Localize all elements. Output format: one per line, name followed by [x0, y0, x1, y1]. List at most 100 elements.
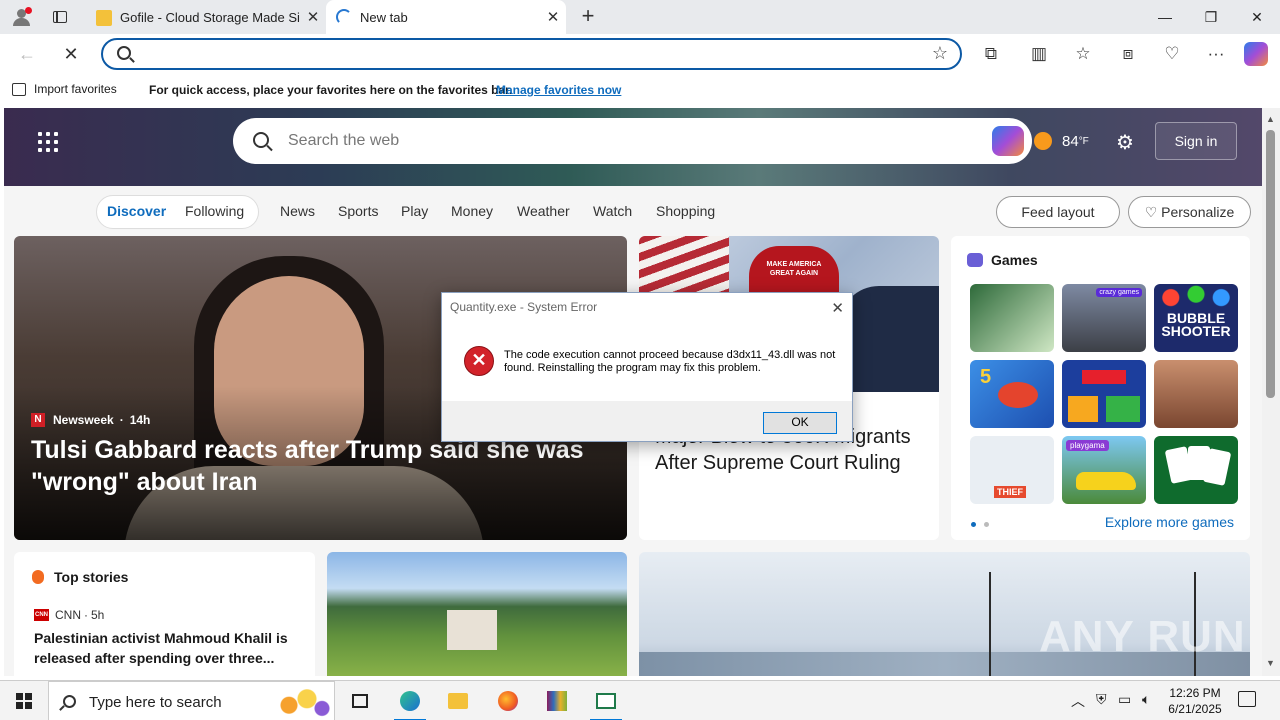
car-shape [1076, 472, 1136, 490]
game-tile-solitaire[interactable] [1154, 436, 1238, 504]
dialog-message: The code execution cannot proceed becaus… [504, 349, 836, 374]
story-source: CNN CNN · 5h [34, 608, 104, 622]
taskbar-firefox[interactable] [484, 681, 532, 720]
sign-in-button[interactable]: Sign in [1155, 122, 1237, 160]
close-tab-icon[interactable]: ✕ [540, 8, 566, 26]
collections-icon[interactable]: ⧈ [1115, 41, 1141, 67]
tab-watch[interactable]: Watch [593, 203, 632, 219]
hat-text: MAKE AMERICA GREAT AGAIN [766, 261, 822, 277]
weather-temp: 84 [1062, 132, 1079, 150]
taskbar-file-explorer[interactable] [434, 681, 482, 720]
games-title: Games [991, 252, 1038, 268]
settings-more-icon[interactable]: ··· [1203, 41, 1229, 67]
sun-icon [1034, 132, 1052, 150]
landscape-story-card[interactable] [327, 552, 627, 676]
dialog-body: ✕ The code execution cannot proceed beca… [442, 321, 852, 401]
taskbar-winrar[interactable] [533, 681, 581, 720]
tab-sports[interactable]: Sports [338, 203, 378, 219]
system-clock[interactable]: 12:26 PM 6/21/2025 [1165, 685, 1225, 717]
game-tile-racing[interactable]: crazy games [1062, 284, 1146, 352]
manage-favorites-link[interactable]: Manage favorites now [496, 83, 621, 97]
power-lines-story-card[interactable]: ANY RUN [639, 552, 1250, 676]
game-tile-mahjong[interactable] [970, 284, 1054, 352]
feed-layout-button[interactable]: Feed layout [996, 196, 1120, 228]
favorites-icon[interactable]: ☆ [1070, 41, 1096, 67]
show-hidden-icons-icon[interactable]: ︿ [1071, 691, 1085, 711]
tab-discover[interactable]: Discover [107, 203, 166, 219]
app-launcher-icon[interactable] [38, 132, 58, 152]
game-tile-thief[interactable]: THIEF [970, 436, 1054, 504]
explore-more-games-link[interactable]: Explore more games [1105, 514, 1234, 530]
scroll-down-arrow-icon[interactable]: ▼ [1266, 658, 1275, 668]
firefox-icon [498, 691, 518, 711]
tab-news[interactable]: News [280, 203, 315, 219]
taskbar-search-box[interactable]: Type here to search [48, 681, 335, 720]
browser-essentials-icon[interactable]: ♡ [1159, 41, 1185, 67]
tab-shopping[interactable]: Shopping [656, 203, 715, 219]
dialog-close-icon[interactable]: ✕ [831, 295, 844, 323]
tab-new-tab[interactable]: New tab ✕ [326, 0, 566, 34]
extensions-icon[interactable]: ⧉ [978, 41, 1004, 67]
new-tab-button[interactable]: + [574, 4, 602, 30]
edge-icon [400, 691, 420, 711]
import-favorites-button[interactable]: Import favorites [12, 82, 117, 96]
playgama-badge: playgama [1066, 440, 1109, 451]
profile-avatar-icon[interactable] [8, 5, 34, 29]
tab-weather[interactable]: Weather [517, 203, 570, 219]
minimize-button[interactable]: — [1142, 0, 1188, 34]
tab-actions-icon[interactable] [48, 7, 72, 27]
address-input[interactable] [143, 44, 923, 64]
ok-button[interactable]: OK [763, 412, 837, 434]
windows-taskbar: Type here to search ︿ ⛨ ▭ 🔈︎ 12:26 PM 6/… [0, 680, 1280, 720]
game-tile-car[interactable]: playgama [1062, 436, 1146, 504]
security-icon[interactable]: ⛨ [1096, 691, 1107, 708]
tab-money[interactable]: Money [451, 203, 493, 219]
copilot-icon[interactable] [1244, 42, 1268, 66]
import-favorites-label: Import favorites [34, 82, 117, 96]
crazy-games-badge: crazy games [1096, 288, 1142, 297]
search-icon [117, 46, 131, 60]
scrollbar-thumb[interactable] [1266, 130, 1275, 398]
add-favorite-star-icon[interactable]: ☆ [932, 43, 948, 64]
tab-play[interactable]: Play [401, 203, 428, 219]
volume-icon[interactable]: 🔈︎ [1142, 691, 1150, 708]
games-carousel-dots[interactable] [971, 522, 989, 527]
tab-title: Gofile - Cloud Storage Made Simp [120, 9, 300, 25]
top-stories-header: Top stories [32, 569, 128, 585]
error-icon: ✕ [464, 346, 494, 376]
weather-widget[interactable]: 84 °F [1034, 132, 1089, 150]
story-source: N Newsweek · 14h [31, 413, 150, 427]
close-window-button[interactable]: ✕ [1234, 0, 1280, 34]
lead-story-headline[interactable]: Tulsi Gabbard reacts after Trump said sh… [31, 434, 591, 498]
web-search-box[interactable]: Search the web [233, 118, 1032, 164]
web-search-placeholder: Search the web [288, 132, 400, 149]
tab-following[interactable]: Following [185, 203, 244, 219]
dialog-titlebar[interactable]: Quantity.exe - System Error ✕ [442, 293, 852, 321]
browser-toolbar: ← ✕ ☆ ⧉ ▥ ☆ ⧈ ♡ ··· [0, 34, 1280, 74]
personalize-button[interactable]: ♡ Personalize [1128, 196, 1251, 228]
game-tile-blocks[interactable] [1062, 360, 1146, 428]
back-button[interactable]: ← [13, 40, 41, 68]
game-tile-fish[interactable]: 5 [970, 360, 1054, 428]
page-settings-gear-icon[interactable]: ⚙ [1116, 130, 1134, 155]
start-button-icon[interactable] [16, 693, 32, 709]
game-tile-bubble-shooter[interactable]: BUBBLE SHOOTER [1154, 284, 1238, 352]
network-icon[interactable]: ▭ [1118, 691, 1131, 708]
notifications-icon[interactable] [1238, 691, 1256, 707]
block-orange [1068, 396, 1098, 422]
restore-button[interactable]: ❐ [1188, 0, 1234, 34]
task-view-button[interactable] [336, 681, 384, 720]
copilot-search-icon[interactable] [992, 126, 1024, 156]
close-tab-icon[interactable]: ✕ [300, 8, 326, 26]
games-header: Games [967, 252, 1038, 268]
page-scrollbar[interactable]: ▲ ▼ [1262, 108, 1280, 676]
taskbar-error-app[interactable] [582, 681, 630, 720]
scroll-up-arrow-icon[interactable]: ▲ [1266, 114, 1275, 124]
stop-loading-button[interactable]: ✕ [57, 40, 85, 68]
address-bar[interactable]: ☆ [101, 38, 962, 70]
tab-gofile[interactable]: Gofile - Cloud Storage Made Simp ✕ [86, 0, 326, 34]
top-story-headline[interactable]: Palestinian activist Mahmoud Khalil is r… [34, 628, 296, 668]
split-screen-icon[interactable]: ▥ [1026, 41, 1052, 67]
game-tile-character[interactable] [1154, 360, 1238, 428]
taskbar-edge[interactable] [386, 681, 434, 720]
